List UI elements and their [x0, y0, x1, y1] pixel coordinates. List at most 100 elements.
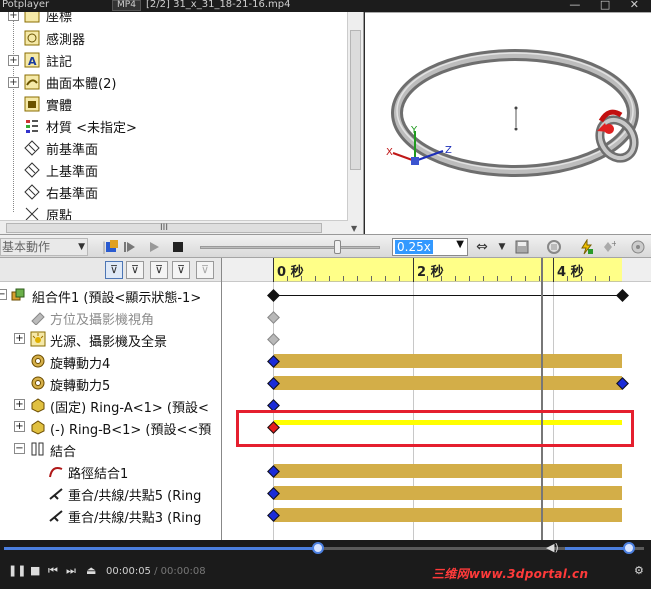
key-point[interactable] — [616, 289, 629, 302]
filter-selected-icon[interactable]: ⊽ — [150, 261, 168, 279]
play-icon[interactable] — [146, 239, 162, 255]
player-title-bar: Potplayer MP4 [2/2] 31_x_31_18-21-16.mp4… — [0, 0, 651, 12]
ruler-minor-tick — [357, 276, 358, 281]
current-time-bar[interactable] — [541, 258, 543, 540]
study-type-select[interactable]: 基本動作 ▼ — [0, 238, 88, 256]
filter-results-icon[interactable]: ⊽ — [172, 261, 190, 279]
motion-row-ring-b[interactable]: + (-) Ring-B<1> (預設<<預 — [0, 416, 221, 438]
ring-model[interactable]: Y X Z — [365, 13, 651, 235]
expand-icon[interactable]: + — [8, 12, 19, 21]
playback-slider-knob[interactable] — [334, 240, 341, 254]
motion-row-motor5[interactable]: 旋轉動力5 — [0, 372, 221, 394]
motion-row-mates[interactable]: − 結合 — [0, 438, 221, 460]
tree-horizontal-scrollbar[interactable]: III — [0, 220, 348, 234]
elapsed-time: 00:00:05 — [106, 566, 151, 577]
expand-icon[interactable]: + — [14, 399, 25, 410]
tree-item-label: 上基準面 — [46, 164, 99, 180]
ruler-minor-tick — [539, 276, 540, 281]
filter-collapse-icon[interactable]: ⊽ — [196, 261, 214, 279]
study-type-value: 基本動作 — [2, 240, 51, 254]
tree-item-label: 座標 — [46, 12, 73, 25]
pause-icon[interactable]: ❚❚ — [8, 564, 26, 577]
expand-icon[interactable]: + — [14, 421, 25, 432]
play-from-start-icon[interactable] — [122, 239, 138, 255]
motion-row-camera[interactable]: 方位及攝影機視角 — [0, 306, 221, 328]
tree-item-top-plane[interactable]: 上基準面 — [0, 159, 350, 181]
stop-icon[interactable] — [170, 239, 186, 255]
eject-icon[interactable]: ⏏ — [86, 564, 96, 577]
chevron-down-icon[interactable]: ▼ — [494, 239, 510, 255]
save-animation-icon[interactable] — [514, 239, 530, 255]
filter-animated-icon[interactable]: ⊽ — [105, 261, 123, 279]
ruler-margin — [622, 258, 651, 282]
timeline-area[interactable]: 0 秒 2 秒 4 秒 — [222, 258, 651, 540]
tree-item-right-plane[interactable]: 右基準面 — [0, 181, 350, 203]
path-mate-bar[interactable] — [274, 464, 622, 478]
calculate-icon[interactable] — [104, 239, 120, 255]
motion-row-coincident5[interactable]: 重合/共線/共點5 (Ring — [0, 482, 221, 504]
graphics-viewport[interactable]: Y X Z — [365, 12, 651, 234]
tree-item-solid-bodies[interactable]: 實體 — [0, 93, 350, 115]
tree-item-sensors[interactable]: 感測器 — [0, 27, 350, 49]
playback-speed-value: 0.25x — [395, 240, 433, 254]
expand-icon[interactable]: + — [14, 333, 25, 344]
add-key-icon[interactable]: + — [600, 239, 616, 255]
coincident3-bar[interactable] — [274, 508, 622, 522]
tree-item-material[interactable]: 材質 <未指定> — [0, 115, 350, 137]
motor-icon[interactable] — [630, 239, 646, 255]
expand-icon[interactable]: + — [8, 76, 19, 88]
tree-item-surface-bodies[interactable]: + 曲面本體(2) — [0, 71, 350, 93]
ruler-minor-tick — [497, 276, 498, 281]
collapse-icon[interactable]: − — [0, 289, 7, 300]
scrollbar-thumb[interactable] — [350, 30, 361, 170]
next-icon[interactable]: ⏭ — [66, 564, 76, 578]
autokey-icon[interactable] — [578, 239, 594, 255]
motion-row-path-mate[interactable]: 路徑結合1 — [0, 460, 221, 482]
animation-wizard-icon[interactable] — [546, 239, 562, 255]
motor5-bar[interactable] — [274, 376, 622, 390]
tree-item-annotations[interactable]: + A 註記 — [0, 49, 350, 71]
total-time: 00:00:08 — [160, 566, 206, 577]
seek-bar-knob[interactable] — [312, 542, 324, 554]
gear-icon[interactable]: ⚙ — [634, 564, 644, 577]
stop-icon[interactable]: ■ — [30, 564, 40, 577]
previous-icon[interactable]: ⏮ — [48, 564, 58, 578]
coincident5-bar[interactable] — [274, 486, 622, 500]
playback-slider[interactable] — [200, 246, 380, 249]
motor4-bar[interactable] — [274, 354, 622, 368]
ruler-minor-tick — [595, 276, 596, 281]
key-point[interactable] — [267, 311, 280, 324]
motion-row-coincident3[interactable]: 重合/共線/共點3 (Ring — [0, 504, 221, 526]
key-point[interactable] — [267, 333, 280, 346]
motion-row-motor4[interactable]: 旋轉動力4 — [0, 350, 221, 372]
lights-icon — [30, 331, 46, 347]
tree-item-coordinates[interactable]: + 座標 — [0, 12, 350, 26]
motion-row-lights[interactable]: + 光源、攝影機及全景 — [0, 328, 221, 350]
playback-mode-icon[interactable]: ⇔ — [474, 239, 490, 255]
playback-speed-select[interactable]: 0.25x ▼ — [392, 238, 468, 256]
ruler-minor-tick — [329, 276, 330, 281]
motion-row-ring-a[interactable]: + (固定) Ring-A<1> (預設< — [0, 394, 221, 416]
ruler-minor-tick — [483, 276, 484, 281]
filter-driving-icon[interactable]: ⊽ — [126, 261, 144, 279]
motion-row-label: 光源、攝影機及全景 — [50, 335, 168, 350]
tree-item-label: 材質 <未指定> — [46, 120, 137, 136]
ruler-label-0s: 0 秒 — [277, 265, 304, 280]
ruler-major-tick — [553, 258, 554, 282]
tree-item-front-plane[interactable]: 前基準面 — [0, 137, 350, 159]
motion-row-assembly[interactable]: − 組合件1 (預設<顯示狀態-1> — [0, 284, 221, 306]
key-point[interactable] — [267, 289, 280, 302]
time-ruler[interactable]: 0 秒 2 秒 4 秒 — [273, 258, 622, 282]
tree-vertical-scrollbar[interactable]: ▼ — [347, 12, 363, 234]
ruler-label-2s: 2 秒 — [417, 265, 444, 280]
seek-bar-fill — [4, 547, 318, 550]
volume-slider[interactable] — [565, 542, 635, 554]
volume-knob[interactable] — [623, 542, 635, 554]
expand-icon[interactable]: + — [8, 54, 19, 66]
tree-item-label: 實體 — [46, 98, 73, 114]
volume-icon[interactable]: ◀) — [546, 541, 559, 554]
collapse-icon[interactable]: − — [14, 443, 25, 454]
scrollbar-thumb[interactable]: III — [6, 223, 322, 233]
window-controls[interactable]: — □ ✕ — [569, 0, 647, 11]
scroll-down-icon[interactable]: ▼ — [351, 224, 357, 233]
